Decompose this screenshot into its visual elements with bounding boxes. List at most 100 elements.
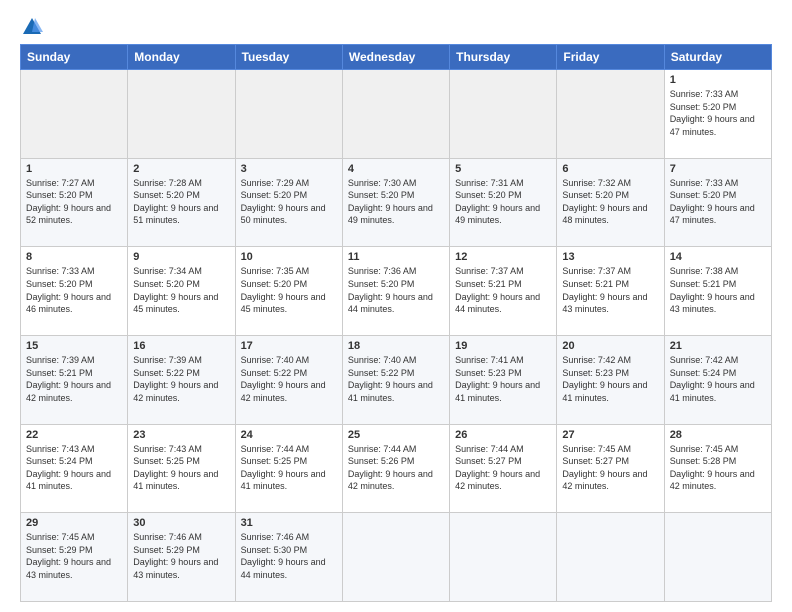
day-number: 29: [26, 517, 122, 529]
logo-icon: [21, 16, 43, 38]
calendar-day-cell: 10 Sunrise: 7:35 AM Sunset: 5:20 PM Dayli…: [235, 247, 342, 336]
calendar: SundayMondayTuesdayWednesdayThursdayFrid…: [20, 44, 772, 602]
calendar-day-cell: 4 Sunrise: 7:30 AM Sunset: 5:20 PM Daylig…: [342, 158, 449, 247]
day-info: Sunrise: 7:37 AM Sunset: 5:21 PM Dayligh…: [562, 265, 658, 315]
calendar-day-cell: 26 Sunrise: 7:44 AM Sunset: 5:27 PM Dayli…: [450, 424, 557, 513]
calendar-day-header: Sunday: [21, 45, 128, 70]
day-number: 10: [241, 251, 337, 263]
day-number: 21: [670, 340, 766, 352]
calendar-day-cell: 13 Sunrise: 7:37 AM Sunset: 5:21 PM Dayli…: [557, 247, 664, 336]
day-info: Sunrise: 7:46 AM Sunset: 5:29 PM Dayligh…: [133, 531, 229, 581]
day-info: Sunrise: 7:27 AM Sunset: 5:20 PM Dayligh…: [26, 177, 122, 227]
calendar-day-cell: 2 Sunrise: 7:28 AM Sunset: 5:20 PM Daylig…: [128, 158, 235, 247]
calendar-day-cell: 7Sunrise: 7:33 AM Sunset: 5:20 PM Daylig…: [664, 158, 771, 247]
calendar-day-cell: [557, 513, 664, 602]
day-number: 19: [455, 340, 551, 352]
day-number: 20: [562, 340, 658, 352]
day-number: 26: [455, 429, 551, 441]
calendar-day-header: Friday: [557, 45, 664, 70]
day-number: 4: [348, 163, 444, 175]
day-info: Sunrise: 7:31 AM Sunset: 5:20 PM Dayligh…: [455, 177, 551, 227]
calendar-day-cell: [128, 70, 235, 159]
day-number: 6: [562, 163, 658, 175]
day-info: Sunrise: 7:45 AM Sunset: 5:28 PM Dayligh…: [670, 443, 766, 493]
calendar-day-cell: 1Sunrise: 7:33 AM Sunset: 5:20 PM Daylig…: [664, 70, 771, 159]
day-number: 23: [133, 429, 229, 441]
calendar-day-cell: 16 Sunrise: 7:39 AM Sunset: 5:22 PM Dayli…: [128, 335, 235, 424]
day-number: 12: [455, 251, 551, 263]
day-info: Sunrise: 7:34 AM Sunset: 5:20 PM Dayligh…: [133, 265, 229, 315]
calendar-day-cell: 11 Sunrise: 7:36 AM Sunset: 5:20 PM Dayli…: [342, 247, 449, 336]
day-info: Sunrise: 7:36 AM Sunset: 5:20 PM Dayligh…: [348, 265, 444, 315]
calendar-day-cell: 30 Sunrise: 7:46 AM Sunset: 5:29 PM Dayli…: [128, 513, 235, 602]
calendar-day-cell: 1 Sunrise: 7:27 AM Sunset: 5:20 PM Daylig…: [21, 158, 128, 247]
day-number: 5: [455, 163, 551, 175]
day-number: 2: [133, 163, 229, 175]
calendar-day-cell: 29 Sunrise: 7:45 AM Sunset: 5:29 PM Dayli…: [21, 513, 128, 602]
calendar-day-cell: 15 Sunrise: 7:39 AM Sunset: 5:21 PM Dayli…: [21, 335, 128, 424]
calendar-table: SundayMondayTuesdayWednesdayThursdayFrid…: [20, 44, 772, 602]
day-number: 27: [562, 429, 658, 441]
day-number: 11: [348, 251, 444, 263]
day-number: 3: [241, 163, 337, 175]
day-info: Sunrise: 7:41 AM Sunset: 5:23 PM Dayligh…: [455, 354, 551, 404]
calendar-day-cell: [235, 70, 342, 159]
logo: [20, 16, 44, 34]
calendar-day-cell: [557, 70, 664, 159]
day-number: 22: [26, 429, 122, 441]
calendar-day-header: Tuesday: [235, 45, 342, 70]
day-number: 17: [241, 340, 337, 352]
calendar-week-row: 15 Sunrise: 7:39 AM Sunset: 5:21 PM Dayli…: [21, 335, 772, 424]
day-info: Sunrise: 7:45 AM Sunset: 5:29 PM Dayligh…: [26, 531, 122, 581]
day-number: 14: [670, 251, 766, 263]
calendar-day-header: Monday: [128, 45, 235, 70]
day-info: Sunrise: 7:33 AM Sunset: 5:20 PM Dayligh…: [26, 265, 122, 315]
calendar-day-cell: 31Sunrise: 7:46 AM Sunset: 5:30 PM Dayli…: [235, 513, 342, 602]
calendar-day-cell: 27 Sunrise: 7:45 AM Sunset: 5:27 PM Dayli…: [557, 424, 664, 513]
day-info: Sunrise: 7:45 AM Sunset: 5:27 PM Dayligh…: [562, 443, 658, 493]
calendar-day-cell: 6 Sunrise: 7:32 AM Sunset: 5:20 PM Daylig…: [557, 158, 664, 247]
day-info: Sunrise: 7:42 AM Sunset: 5:24 PM Dayligh…: [670, 354, 766, 404]
page: SundayMondayTuesdayWednesdayThursdayFrid…: [0, 0, 792, 612]
day-info: Sunrise: 7:30 AM Sunset: 5:20 PM Dayligh…: [348, 177, 444, 227]
calendar-day-cell: 3Sunrise: 7:29 AM Sunset: 5:20 PM Daylig…: [235, 158, 342, 247]
day-info: Sunrise: 7:33 AM Sunset: 5:20 PM Dayligh…: [670, 88, 766, 138]
day-number: 16: [133, 340, 229, 352]
day-info: Sunrise: 7:44 AM Sunset: 5:25 PM Dayligh…: [241, 443, 337, 493]
day-number: 13: [562, 251, 658, 263]
calendar-day-cell: [664, 513, 771, 602]
calendar-week-row: 29 Sunrise: 7:45 AM Sunset: 5:29 PM Dayli…: [21, 513, 772, 602]
calendar-day-header: Saturday: [664, 45, 771, 70]
day-number: 31: [241, 517, 337, 529]
calendar-day-cell: [450, 70, 557, 159]
day-info: Sunrise: 7:28 AM Sunset: 5:20 PM Dayligh…: [133, 177, 229, 227]
day-number: 25: [348, 429, 444, 441]
calendar-day-cell: 18Sunrise: 7:40 AM Sunset: 5:22 PM Dayli…: [342, 335, 449, 424]
day-info: Sunrise: 7:44 AM Sunset: 5:27 PM Dayligh…: [455, 443, 551, 493]
day-number: 1: [26, 163, 122, 175]
calendar-day-cell: [342, 513, 449, 602]
day-number: 24: [241, 429, 337, 441]
calendar-day-cell: 28 Sunrise: 7:45 AM Sunset: 5:28 PM Dayli…: [664, 424, 771, 513]
calendar-day-cell: 23Sunrise: 7:43 AM Sunset: 5:25 PM Dayli…: [128, 424, 235, 513]
header: [20, 16, 772, 34]
day-number: 28: [670, 429, 766, 441]
day-info: Sunrise: 7:39 AM Sunset: 5:21 PM Dayligh…: [26, 354, 122, 404]
day-number: 15: [26, 340, 122, 352]
day-info: Sunrise: 7:32 AM Sunset: 5:20 PM Dayligh…: [562, 177, 658, 227]
calendar-week-row: 1Sunrise: 7:33 AM Sunset: 5:20 PM Daylig…: [21, 70, 772, 159]
day-info: Sunrise: 7:35 AM Sunset: 5:20 PM Dayligh…: [241, 265, 337, 315]
calendar-day-cell: 20Sunrise: 7:42 AM Sunset: 5:23 PM Dayli…: [557, 335, 664, 424]
day-info: Sunrise: 7:33 AM Sunset: 5:20 PM Dayligh…: [670, 177, 766, 227]
calendar-day-cell: 9 Sunrise: 7:34 AM Sunset: 5:20 PM Daylig…: [128, 247, 235, 336]
calendar-day-cell: 25 Sunrise: 7:44 AM Sunset: 5:26 PM Dayli…: [342, 424, 449, 513]
day-info: Sunrise: 7:39 AM Sunset: 5:22 PM Dayligh…: [133, 354, 229, 404]
calendar-day-cell: [450, 513, 557, 602]
day-info: Sunrise: 7:40 AM Sunset: 5:22 PM Dayligh…: [241, 354, 337, 404]
day-info: Sunrise: 7:44 AM Sunset: 5:26 PM Dayligh…: [348, 443, 444, 493]
day-number: 30: [133, 517, 229, 529]
calendar-day-cell: 8Sunrise: 7:33 AM Sunset: 5:20 PM Daylig…: [21, 247, 128, 336]
day-info: Sunrise: 7:43 AM Sunset: 5:24 PM Dayligh…: [26, 443, 122, 493]
day-number: 9: [133, 251, 229, 263]
day-number: 18: [348, 340, 444, 352]
